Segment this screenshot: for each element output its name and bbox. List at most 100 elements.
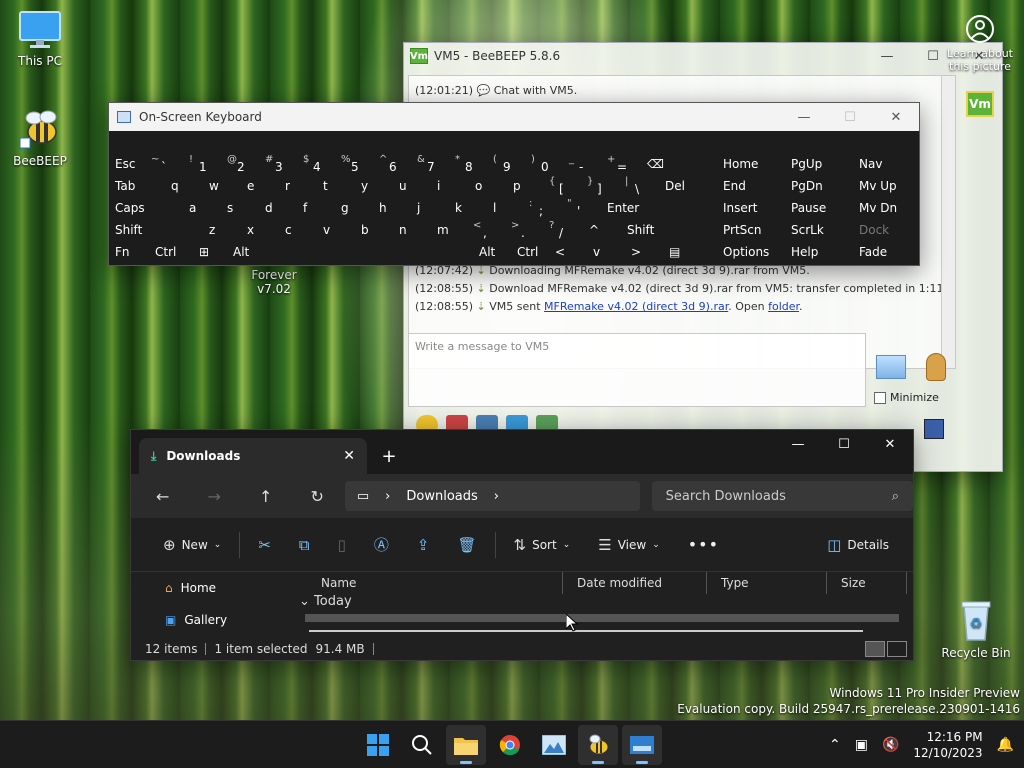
back-arrow-icon[interactable]: ← [139,487,186,506]
network-icon[interactable]: ▣ [855,737,868,753]
maximize-button[interactable]: ☐ [827,110,873,125]
osk-key[interactable]: :; [525,198,563,220]
osk-key[interactable]: Ctrl [149,242,193,264]
osk-key[interactable]: h [373,198,411,220]
horizontal-scrollbar[interactable] [305,614,899,622]
chrome-taskbar-button[interactable] [490,725,530,765]
tab-close-icon[interactable]: ✕ [343,448,355,464]
tab-downloads[interactable]: ⤓ Downloads ✕ [139,438,367,474]
view-button[interactable]: ☰ View ⌄ [584,536,673,554]
osk-key[interactable]: Esc [109,154,147,176]
osk-key[interactable]: Ctrl [511,242,549,264]
group-header-today[interactable]: ⌄ Today [299,594,352,609]
details-button[interactable]: ◫ Details [813,536,903,554]
more-options-button[interactable]: ••• [674,535,733,554]
osk-key[interactable]: y [355,176,393,198]
osk-key[interactable]: g [335,198,373,220]
osk-key[interactable]: u [393,176,431,198]
osk-key[interactable]: f [297,198,335,220]
volume-muted-icon[interactable]: 🔇 [882,737,899,753]
osk-nav-key[interactable]: Help [785,242,853,264]
osk-key[interactable]: e [241,176,279,198]
osk-key[interactable]: Alt [473,242,511,264]
column-date-modified[interactable]: Date modified [563,572,707,594]
tiles-view-icon[interactable] [887,641,907,657]
osk-key[interactable]: ^ [583,220,621,242]
osk-key[interactable]: m [431,220,469,242]
close-button[interactable]: ✕ [867,430,913,458]
osk-key[interactable]: w [203,176,241,198]
osk-nav-key[interactable]: Mv Dn [853,198,921,220]
vm-user-badge[interactable]: Vm [966,91,994,117]
osk-key[interactable]: ? / [545,220,583,242]
osk-key[interactable]: $4 [299,154,337,176]
osk-nav-key[interactable]: Fade [853,242,921,264]
osk-nav-key[interactable]: Home [717,154,785,176]
osk-key[interactable]: Del [659,176,715,198]
osk-key[interactable]: Fn [109,242,149,264]
osk-key[interactable]: l [487,198,525,220]
osk-key[interactable]: Tab [109,176,165,198]
osk-nav-key[interactable]: Dock [853,220,921,242]
minimize-checkbox[interactable]: Minimize [874,391,939,404]
clock[interactable]: 12:16 PM 12/10/2023 [913,729,982,761]
osk-key[interactable]: <, [469,220,507,242]
osk-nav-key[interactable]: Insert [717,198,785,220]
share-button[interactable]: ⇪ [403,536,444,554]
osk-nav-key[interactable]: PgUp [785,154,853,176]
column-size[interactable]: Size [827,572,907,594]
send-message-icon[interactable] [876,355,906,379]
osk-key[interactable]: >. [507,220,545,242]
cut-button[interactable]: ✂ [244,536,285,554]
osk-key[interactable]: r [279,176,317,198]
osk-titlebar[interactable]: On-Screen Keyboard — ☐ ✕ [109,103,919,131]
message-input[interactable]: Write a message to VM5 [408,333,866,407]
folder-link[interactable]: folder [768,300,799,313]
save-icon[interactable] [924,419,944,439]
osk-key[interactable]: | \ [621,176,659,198]
microphone-icon[interactable] [926,353,946,381]
osk-taskbar-button[interactable] [622,725,662,765]
osk-key[interactable]: " ' [563,198,601,220]
osk-key[interactable]: z [203,220,241,242]
osk-key[interactable]: + = [603,154,641,176]
osk-nav-key[interactable]: Nav [853,154,921,176]
osk-key[interactable]: @2 [223,154,261,176]
search-input[interactable]: Search Downloads ⌕ [651,481,914,511]
this-pc-desktop-icon[interactable]: This PC [2,10,78,68]
maximize-button[interactable]: ☐ [821,430,867,458]
osk-key[interactable]: > [625,242,663,264]
osk-key[interactable]: Shift [621,220,695,242]
osk-key[interactable]: & 7 [413,154,451,176]
delete-button[interactable]: 🗑 [443,536,490,554]
osk-nav-key[interactable]: Options [717,242,785,264]
osk-key[interactable]: v [317,220,355,242]
minimize-button[interactable]: — [781,110,827,125]
osk-key[interactable]: * 8 [451,154,489,176]
sort-button[interactable]: ⇅ Sort ⌄ [500,536,585,554]
osk-nav-key[interactable]: End [717,176,785,198]
osk-key[interactable]: ) 0 [527,154,565,176]
rename-button[interactable]: Ⓐ [360,534,403,555]
osk-key[interactable]: s [221,198,259,220]
osk-key[interactable]: Alt [227,242,473,264]
osk-key[interactable]: ^ 6 [375,154,413,176]
osk-key[interactable]: Shift [109,220,203,242]
osk-nav-key[interactable]: Pause [785,198,853,220]
file-link[interactable]: MFRemake v4.02 (direct 3d 9).rar [544,300,728,313]
osk-key[interactable]: _ - [565,154,603,176]
learn-about-picture[interactable]: Learn about this picture [944,14,1016,73]
osk-nav-key[interactable]: PgDn [785,176,853,198]
osk-key[interactable]: k [449,198,487,220]
minimize-button[interactable]: — [864,49,910,64]
new-button[interactable]: ⊕ New ⌄ [149,536,235,554]
notification-bell-icon[interactable]: 🔔 [997,737,1014,753]
osk-key[interactable]: ▤ [663,242,715,264]
recycle-bin-desktop-icon[interactable]: ♻ Recycle Bin [938,598,1014,660]
paste-button[interactable]: ▯ [324,536,360,554]
osk-key[interactable]: n [393,220,431,242]
osk-key[interactable]: t [317,176,355,198]
osk-key[interactable]: (9 [489,154,527,176]
osk-key[interactable]: p [507,176,545,198]
start-button[interactable] [358,725,398,765]
